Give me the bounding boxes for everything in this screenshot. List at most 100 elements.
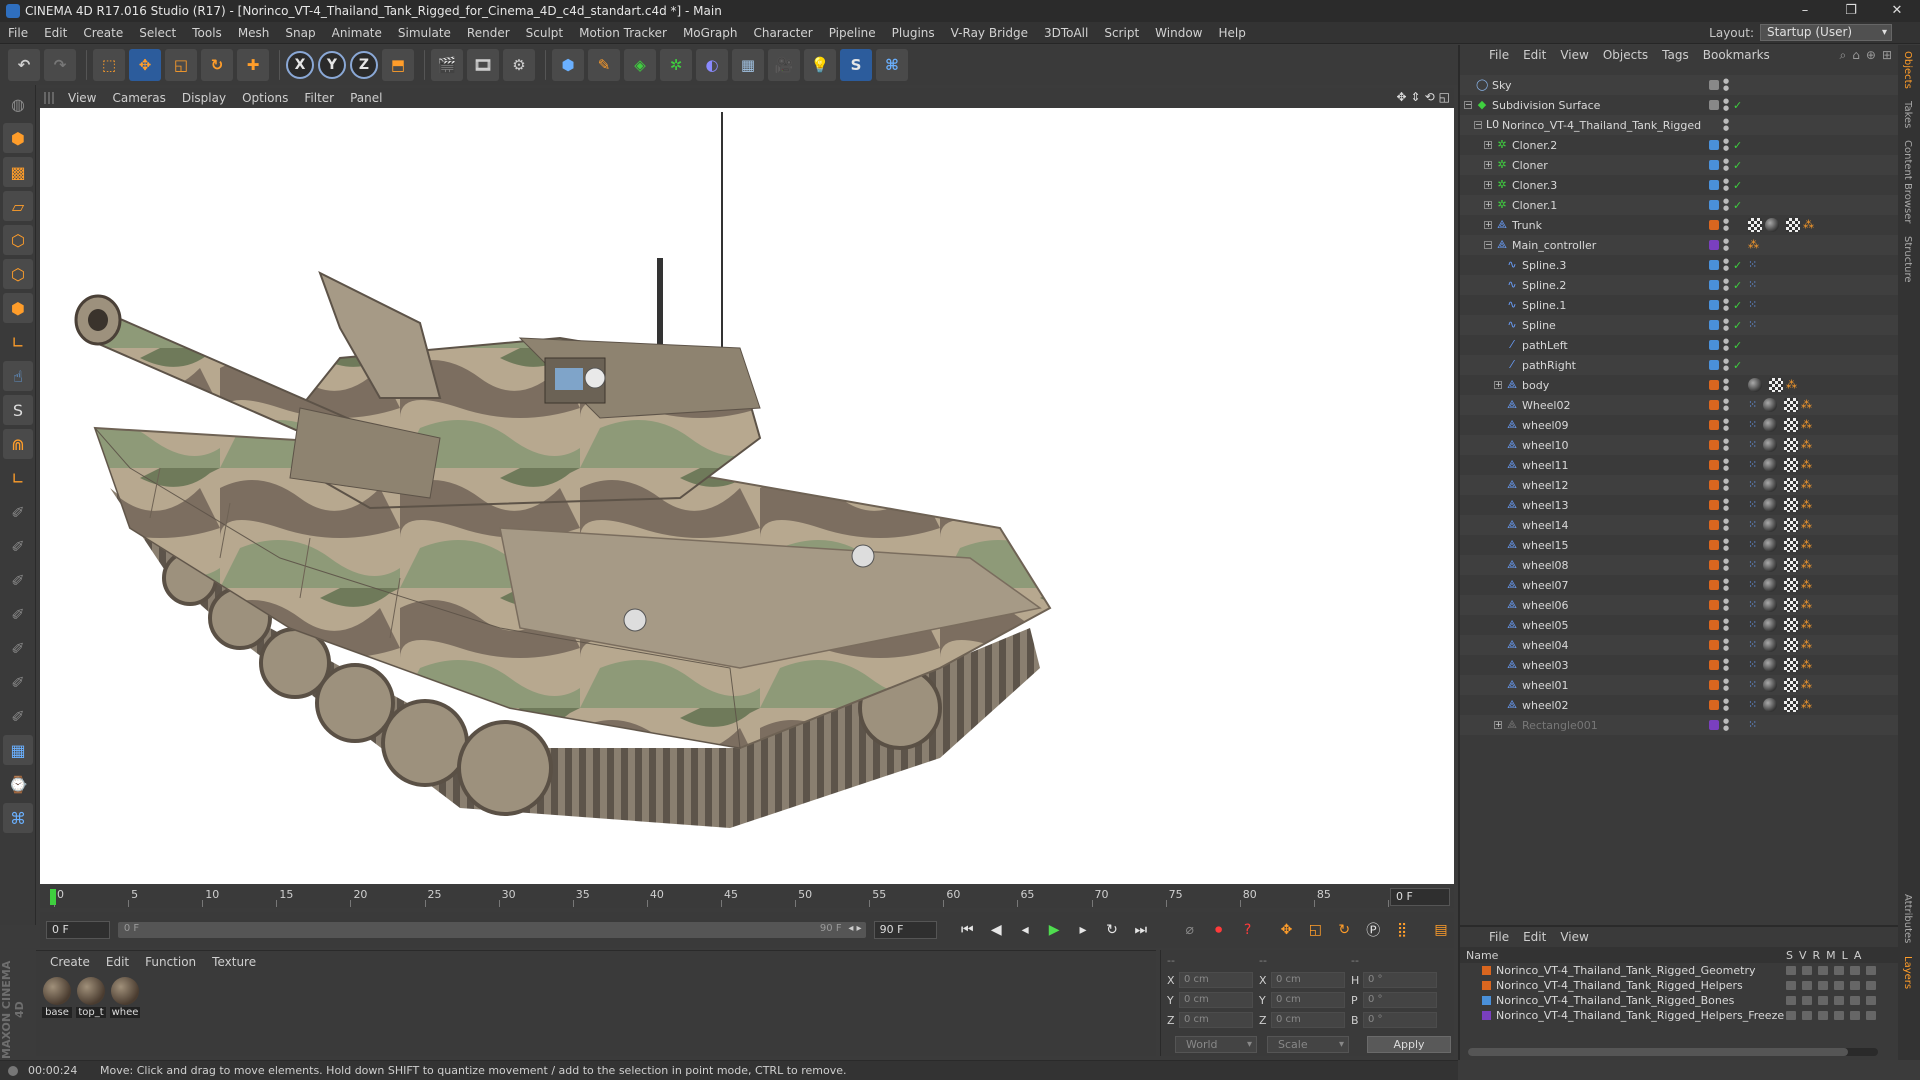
key-pla-icon[interactable]: ⣿ [1389,917,1415,943]
viewport-menu-view[interactable]: View [60,91,104,105]
visibility-dots-icon[interactable]: ● ● [1723,178,1729,192]
render-picture-viewer-icon[interactable]: 🎞 [467,49,499,81]
dots-tag-icon[interactable]: ⁙ [1748,598,1760,612]
layer-color-swatch[interactable] [1709,480,1719,490]
layer-color-swatch[interactable] [1709,680,1719,690]
object-name[interactable]: Rectangle001 [1522,719,1598,732]
dots-tag-icon[interactable]: ⁙ [1748,458,1760,472]
layer-color-swatch[interactable] [1709,600,1719,610]
object-row[interactable]: ∿ Spline.1 ● ● ✓ ⁙ [1460,295,1900,315]
object-row[interactable]: + ✲ Cloner.2 ● ● ✓ [1460,135,1900,155]
dots-tag-icon[interactable]: ⁙ [1748,418,1760,432]
ik-tag-icon[interactable]: ⁂ [1801,478,1812,492]
layer-color-swatch[interactable] [1709,700,1719,710]
layer-color-swatch[interactable] [1709,180,1719,190]
visibility-dots-icon[interactable]: ● ● [1723,358,1729,372]
menu-select[interactable]: Select [131,26,184,40]
mat-tag-icon[interactable] [1763,518,1777,532]
points-mode-icon[interactable]: ⬡ [3,225,33,255]
check-tag-icon[interactable] [1784,698,1798,712]
next-key-icon[interactable]: ↻ [1099,917,1125,943]
model-mode-icon[interactable]: ◍ [3,89,33,119]
side-tab-takes[interactable]: Takes [1898,95,1917,134]
ik-tag-icon[interactable]: ⁂ [1748,238,1759,252]
position-field[interactable]: 0 cm [1179,992,1253,1008]
menu-script[interactable]: Script [1096,26,1147,40]
visibility-dots-icon[interactable]: ● ● [1723,698,1729,712]
object-name[interactable]: Cloner.1 [1512,199,1557,212]
new-window-icon[interactable]: ⊞ [1882,48,1892,63]
subdivision-surface-icon[interactable]: ◈ [624,49,656,81]
enabled-check-icon[interactable]: ✓ [1733,339,1742,352]
layer-toggle-icon[interactable] [1786,1011,1796,1020]
object-row[interactable]: ∿ Spline.2 ● ● ✓ ⁙ [1460,275,1900,295]
menu-v-ray-bridge[interactable]: V-Ray Bridge [943,26,1036,40]
ik-tag-icon[interactable]: ⁂ [1801,498,1812,512]
layer-color-swatch[interactable] [1709,560,1719,570]
object-name[interactable]: wheel05 [1522,619,1569,632]
visibility-dots-icon[interactable]: ● ● [1723,338,1729,352]
visibility-dots-icon[interactable]: ● ● [1723,678,1729,692]
object-name[interactable]: pathRight [1522,359,1576,372]
autokey-icon[interactable]: ? [1235,917,1261,943]
object-row[interactable]: + ✲ Cloner.3 ● ● ✓ [1460,175,1900,195]
visibility-dots-icon[interactable]: ● ● [1723,158,1729,172]
visibility-dots-icon[interactable]: ● ● [1723,78,1729,92]
frame-range-slider[interactable]: 0 F 90 F ◂ ▸ [117,922,866,938]
object-row[interactable]: ∿ Spline.3 ● ● ✓ ⁙ [1460,255,1900,275]
mat-tag-icon[interactable] [1748,378,1762,392]
object-mode-icon[interactable]: ⬢ [3,123,33,153]
visibility-dots-icon[interactable]: ● ● [1723,278,1729,292]
ik-tag-icon[interactable]: ⁂ [1801,518,1812,532]
object-menu-objects[interactable]: Objects [1596,48,1655,62]
object-name[interactable]: Sky [1492,79,1511,92]
key-position-icon[interactable]: ✥ [1273,917,1299,943]
zoom-view-icon[interactable]: ⇕ [1411,90,1421,104]
layer-toggle-icon[interactable] [1818,996,1828,1005]
ik-tag-icon[interactable]: ⁂ [1801,678,1812,692]
layer-row[interactable]: Norinco_VT-4_Thailand_Tank_Rigged_Helper… [1460,1008,1898,1023]
object-row[interactable]: ⟁ wheel14 ● ● ⁙ ⁂ [1460,515,1900,535]
rotate-view-icon[interactable]: ⟲ [1425,90,1435,104]
layer-toggle-icon[interactable] [1866,996,1876,1005]
apply-button[interactable]: Apply [1367,1036,1451,1053]
enabled-check-icon[interactable]: ✓ [1733,139,1742,152]
object-row[interactable]: ⟁ wheel04 ● ● ⁙ ⁂ [1460,635,1900,655]
axis-lock-icon[interactable]: ∟ [3,463,33,493]
dots-tag-icon[interactable]: ⁙ [1748,438,1760,452]
mat-tag-icon[interactable] [1763,438,1777,452]
layer-toggle-icon[interactable] [1802,981,1812,990]
object-menu-bookmarks[interactable]: Bookmarks [1696,48,1777,62]
layer-color-swatch[interactable] [1709,220,1719,230]
dots-tag-icon[interactable]: ⁙ [1748,538,1760,552]
maximize-button[interactable]: ❐ [1828,0,1874,22]
object-name[interactable]: wheel03 [1522,659,1569,672]
menu-edit[interactable]: Edit [36,26,75,40]
visibility-dots-icon[interactable]: ● ● [1723,118,1729,132]
mat-tag-icon[interactable] [1763,498,1777,512]
ik-tag-icon[interactable]: ⁂ [1801,578,1812,592]
visibility-dots-icon[interactable]: ● ● [1723,578,1729,592]
object-name[interactable]: Norinco_VT-4_Thailand_Tank_Rigged [1502,119,1701,132]
ik-tag-icon[interactable]: ⁂ [1801,618,1812,632]
layer-color-swatch[interactable] [1709,620,1719,630]
rotate-tool-icon[interactable]: ↻ [201,49,233,81]
dots-tag-icon[interactable]: ⁙ [1748,398,1760,412]
next-frame-icon[interactable]: ▸ [1070,917,1096,943]
position-field[interactable]: 0 cm [1179,972,1253,988]
check-tag-icon[interactable] [1784,518,1798,532]
scale-tool-icon[interactable]: ◱ [165,49,197,81]
viewport-menu-display[interactable]: Display [174,91,234,105]
enabled-check-icon[interactable]: ✓ [1733,319,1742,332]
cube-primitive-icon[interactable]: ⬢ [552,49,584,81]
3d-viewport[interactable] [40,108,1454,884]
enabled-check-icon[interactable]: ✓ [1733,259,1742,272]
layer-toggle-icon[interactable] [1834,1011,1844,1020]
layer-row[interactable]: Norinco_VT-4_Thailand_Tank_Rigged_Helper… [1460,978,1898,993]
object-row[interactable]: ◯ Sky ● ● [1460,75,1900,95]
object-row[interactable]: ⟁ wheel03 ● ● ⁙ ⁂ [1460,655,1900,675]
visibility-dots-icon[interactable]: ● ● [1723,538,1729,552]
object-menu-edit[interactable]: Edit [1516,48,1553,62]
layer-color-swatch[interactable] [1482,1011,1491,1020]
menu-animate[interactable]: Animate [324,26,390,40]
